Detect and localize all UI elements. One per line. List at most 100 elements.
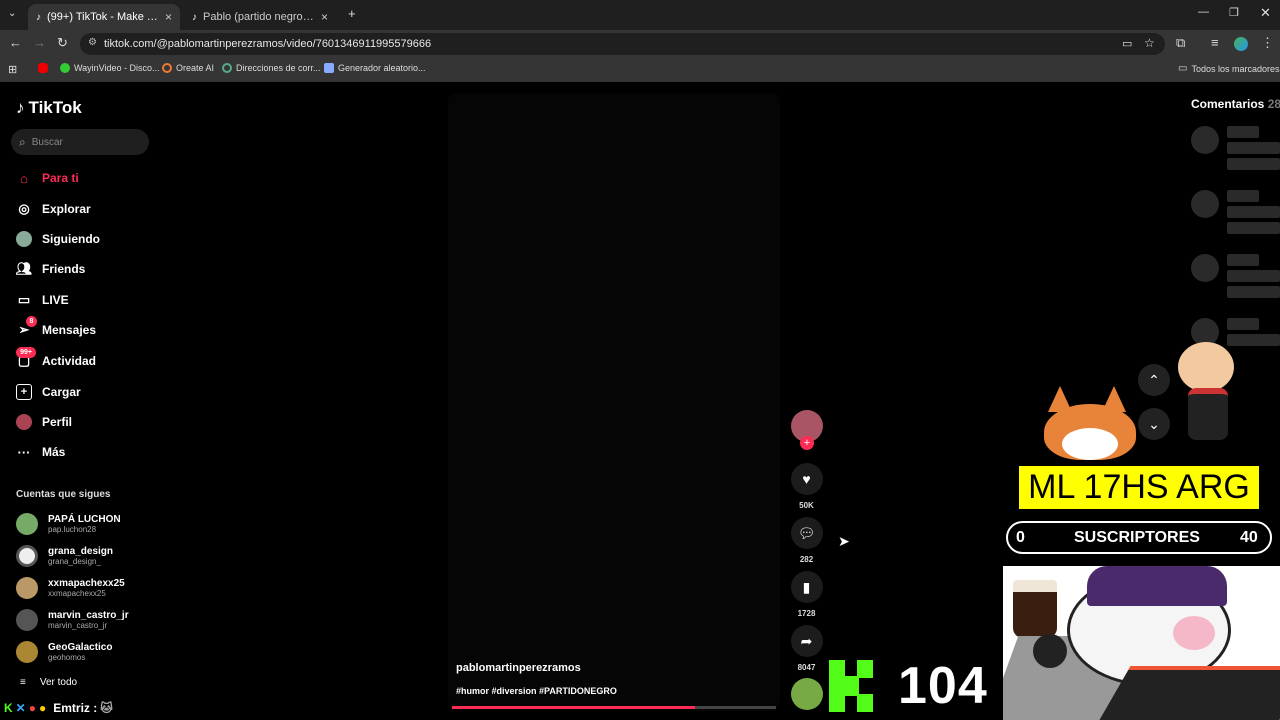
share-count: 8047 <box>797 663 816 672</box>
tab-pablo[interactable]: ♪ Pablo (partido negro) (@pablo... × <box>184 4 336 30</box>
schedule-banner-text: ML 17HS ARG <box>1028 468 1250 506</box>
close-icon[interactable]: × <box>165 10 172 24</box>
tiktok-favicon-icon: ♪ <box>36 11 41 23</box>
tiktok-logo[interactable]: ♪ TikTok <box>16 98 82 118</box>
send-icon: ➢ 8 <box>16 316 37 338</box>
share-icon: ➦ <box>790 625 823 657</box>
wayin-icon <box>60 63 70 73</box>
account-name: GeoGalactico <box>48 642 113 653</box>
chevron-down-icon: ⌄ <box>1148 415 1160 432</box>
following-account[interactable]: marvin_castro_jr marvin_castro_jr <box>16 609 129 631</box>
avatar <box>16 513 38 535</box>
share-button[interactable]: ➦ 8047 <box>790 625 823 672</box>
subscribers-goal-value: 40 <box>1240 529 1258 546</box>
nav-mensajes[interactable]: ➢ 8 Mensajes <box>16 316 96 338</box>
comment-icon: 💬︎ <box>790 517 823 549</box>
comment-count: 282 <box>799 555 814 564</box>
extensions-icon[interactable]: ⧉ <box>1176 35 1185 51</box>
tab-search-icon[interactable]: ⌄ <box>8 8 16 19</box>
generator-icon <box>324 63 334 73</box>
bookmark-icon: ▮ <box>790 571 823 603</box>
account-handle: geohomos <box>48 653 86 662</box>
search-box[interactable]: ⌕ Buscar <box>11 129 149 155</box>
bookmark-direcciones[interactable]: Direcciones de corr... <box>222 63 321 73</box>
nav-siguiendo[interactable]: Siguiendo <box>16 231 100 247</box>
bookmark-oreate[interactable]: Oreate AI <box>162 63 214 73</box>
url-field[interactable]: ⚙ tiktok.com/@pablomartinperezramos/vide… <box>80 33 1165 55</box>
following-account[interactable]: grana_design grana_design_ <box>16 545 113 567</box>
account-name: PAPÁ LUCHON <box>48 514 121 525</box>
scroll-down-button[interactable]: ⌄ <box>1138 408 1170 440</box>
tab-tiktok[interactable]: ♪ (99+) TikTok - Make Your Day × <box>28 4 180 30</box>
account-name: grana_design <box>48 546 114 557</box>
bookmark-generador[interactable]: Generador aleatorio... <box>324 63 426 73</box>
close-icon[interactable]: × <box>321 10 328 24</box>
minimize-icon[interactable]: — <box>1198 6 1209 18</box>
avatar <box>16 609 38 631</box>
profile-avatar[interactable] <box>1234 37 1248 51</box>
youtube-icon: ● <box>28 701 36 715</box>
media-icon[interactable]: ≡ <box>1211 35 1219 50</box>
plus-square-icon: + <box>16 384 32 400</box>
scroll-up-button[interactable]: ⌃ <box>1138 364 1170 396</box>
following-account[interactable]: PAPÁ LUCHON pap.luchon28 <box>16 513 121 535</box>
nav-cargar[interactable]: + Cargar <box>16 384 81 400</box>
restore-icon[interactable]: ❐ <box>1229 6 1239 19</box>
menu-icon[interactable]: ⋮ <box>1261 35 1274 51</box>
bookmark-star-icon[interactable]: ☆ <box>1144 36 1155 50</box>
nav-para-ti[interactable]: ⌂ Para ti <box>16 170 79 186</box>
tiktok-favicon-icon: ♪ <box>192 11 197 23</box>
chat-username: Emtriz : <box>53 701 98 715</box>
youtube-bookmark[interactable] <box>38 63 48 73</box>
streamer-cam-sticker <box>1003 566 1280 720</box>
live-icon: ▭ <box>17 292 31 307</box>
video-author[interactable]: pablomartinperezramos <box>456 662 581 674</box>
see-all-link[interactable]: ≡ Ver todo <box>20 677 77 688</box>
reload-icon[interactable]: ↻ <box>57 35 68 51</box>
nav-friends[interactable]: 👥︎ Friends <box>15 261 86 277</box>
bookmark-label: WayinVideo - Disco... <box>74 63 160 73</box>
back-icon[interactable]: ← <box>9 35 22 50</box>
account-name: marvin_castro_jr <box>48 610 129 621</box>
following-avatar-icon <box>16 231 32 247</box>
save-button[interactable]: ▮ 1728 <box>790 571 823 618</box>
video-progress-track[interactable] <box>452 706 776 709</box>
music-disc-button[interactable] <box>790 678 823 710</box>
apps-grid-icon[interactable]: ⊞ <box>8 63 17 76</box>
music-disc-icon <box>790 678 823 710</box>
cast-icon[interactable]: ▭ <box>1122 37 1132 50</box>
nav-label: Para ti <box>42 171 79 185</box>
new-tab-icon[interactable]: + <box>348 6 356 21</box>
nav-label: Friends <box>42 262 86 276</box>
follow-plus-icon[interactable]: + <box>800 436 814 450</box>
nav-live[interactable]: ▭ LIVE <box>16 292 69 308</box>
author-avatar-button[interactable]: + <box>790 410 823 450</box>
nav-perfil[interactable]: Perfil <box>16 414 72 430</box>
site-info-icon[interactable]: ⚙ <box>88 37 97 48</box>
following-title: Cuentas que sigues <box>16 489 111 500</box>
nav-mas[interactable]: ··· Más <box>16 444 66 460</box>
nav-label: LIVE <box>42 293 69 307</box>
following-account[interactable]: GeoGalactico geohomos <box>16 641 112 663</box>
nav-actividad[interactable]: ▢ 99+ Actividad <box>16 347 96 369</box>
logo-text: TikTok <box>28 98 82 117</box>
mouse-cursor-icon: ➤ <box>838 533 850 549</box>
avatar <box>16 545 38 567</box>
window-close-icon[interactable]: ✕ <box>1260 5 1271 21</box>
like-button[interactable]: ♥ 50K <box>790 463 823 510</box>
video-player[interactable] <box>448 93 780 711</box>
bookmark-wayin[interactable]: WayinVideo - Disco... <box>60 63 160 73</box>
url-text: tiktok.com/@pablomartinperezramos/video/… <box>104 38 432 50</box>
following-account[interactable]: xxmapachexx25 xxmapachexx25 <box>16 577 125 599</box>
nav-label: Más <box>42 445 66 459</box>
forward-icon[interactable]: → <box>33 35 46 50</box>
all-bookmarks[interactable]: ▭ Todos los marcadores <box>1178 63 1280 74</box>
video-hashtags[interactable]: #humor #diversion #PARTIDONEGRO <box>456 686 617 696</box>
profile-avatar-icon <box>16 414 32 430</box>
comment-button[interactable]: 💬︎ 282 <box>790 517 823 564</box>
friends-icon: 👥︎ <box>15 261 33 276</box>
tiktok-logo-icon: ♪ <box>16 98 25 117</box>
comments-count: 28 <box>1267 97 1280 111</box>
nav-explorar[interactable]: ◎ Explorar <box>16 201 90 217</box>
nav-label: Siguiendo <box>42 232 100 246</box>
